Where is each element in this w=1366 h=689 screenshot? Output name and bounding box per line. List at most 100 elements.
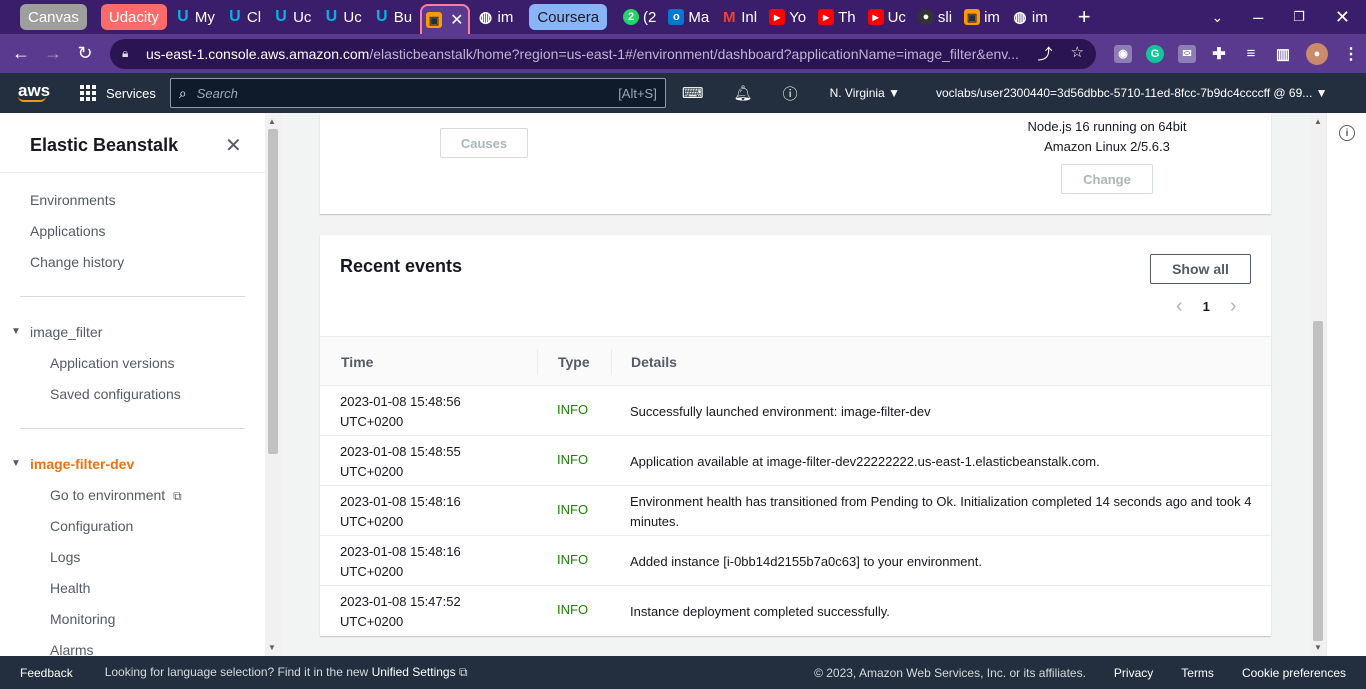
reload-icon[interactable]: ↻ bbox=[74, 43, 96, 65]
column-divider bbox=[537, 349, 538, 375]
tab-search-icon[interactable]: ⌄ bbox=[1212, 9, 1224, 26]
feedback-link[interactable]: Feedback bbox=[20, 666, 73, 680]
sidebar-scrollbar[interactable]: ▲ ▼ bbox=[265, 113, 281, 656]
privacy-link[interactable]: Privacy bbox=[1114, 666, 1153, 680]
sidebar-item-go-to-environment[interactable]: Go to environment ⧉ bbox=[50, 487, 182, 504]
caret-down-icon[interactable]: ▼ bbox=[11, 326, 21, 337]
new-tab-icon[interactable]: + bbox=[1074, 4, 1095, 30]
current-page[interactable]: 1 bbox=[1203, 299, 1210, 314]
menu-kebab-icon[interactable]: ⋮ bbox=[1342, 45, 1360, 63]
sidebar-item-monitoring[interactable]: Monitoring bbox=[50, 611, 115, 627]
sidebar-item-alarms[interactable]: Alarms bbox=[50, 642, 94, 656]
sidebar-item-saved-configurations[interactable]: Saved configurations bbox=[50, 386, 181, 402]
extensions-puzzle-icon[interactable]: ✚ bbox=[1210, 45, 1228, 63]
lock-icon[interactable]: 🔒︎ bbox=[122, 46, 136, 61]
minimize-icon[interactable]: – bbox=[1253, 7, 1263, 28]
aws-logo[interactable]: aws bbox=[18, 82, 50, 102]
notifications-bell-icon[interactable]: 🔔︎ bbox=[734, 84, 753, 102]
help-icon[interactable]: ⓘ bbox=[783, 83, 798, 104]
language-notice-text: Looking for language selection? Find it … bbox=[104, 665, 369, 679]
next-page-icon[interactable]: › bbox=[1230, 295, 1237, 318]
browser-tab[interactable]: ◍ im bbox=[474, 4, 518, 30]
sidebar-app-name[interactable]: image_filter bbox=[30, 324, 102, 340]
browser-tab[interactable]: U My bbox=[171, 4, 219, 30]
causes-button[interactable]: Causes bbox=[440, 128, 528, 158]
platform-line: Amazon Linux 2/5.6.3 bbox=[1044, 139, 1170, 154]
profile-avatar[interactable]: ● bbox=[1306, 42, 1328, 65]
tab-group-coursera[interactable]: Coursera bbox=[529, 4, 608, 30]
account-menu[interactable]: voclabs/user2300440=3d56dbbc-5710-11ed-8… bbox=[936, 86, 1328, 100]
browser-tab[interactable]: ▶ Uc bbox=[864, 4, 910, 30]
browser-tab[interactable]: U Uc bbox=[319, 4, 365, 30]
event-date: 2023-01-08 15:47:52 bbox=[340, 594, 461, 609]
browser-tab[interactable]: ◍ im bbox=[1008, 4, 1052, 30]
forward-icon[interactable]: → bbox=[42, 43, 64, 65]
aws-search-input[interactable]: ⌕ Search [Alt+S] bbox=[169, 78, 666, 108]
browser-toolbar: ← → ↻ 🔒︎ us-east-1.console.aws.amazon.co… bbox=[0, 34, 1366, 73]
url-path: /elasticbeanstalk/home?region=us-east-1#… bbox=[369, 45, 1019, 62]
scroll-up-icon[interactable]: ▲ bbox=[268, 117, 276, 126]
scroll-up-icon[interactable]: ▲ bbox=[1314, 117, 1322, 126]
show-all-button[interactable]: Show all bbox=[1150, 254, 1251, 284]
url-host: us-east-1.console.aws.amazon.com bbox=[146, 45, 370, 62]
main-scrollbar[interactable]: ▲ ▼ bbox=[1310, 113, 1326, 656]
info-icon[interactable]: i bbox=[1339, 125, 1355, 141]
event-details: Environment health has transitioned from… bbox=[630, 494, 1252, 529]
column-header-details[interactable]: Details bbox=[631, 354, 677, 370]
tab-group-canvas[interactable]: Canvas bbox=[20, 4, 87, 30]
close-window-icon[interactable]: ✕ bbox=[1335, 7, 1350, 28]
tab-group-udacity[interactable]: Udacity bbox=[100, 4, 167, 30]
sidebar-item-logs[interactable]: Logs bbox=[50, 549, 80, 565]
scrollbar-thumb[interactable] bbox=[1313, 321, 1323, 641]
share-icon[interactable]: ⤴ bbox=[1038, 43, 1053, 64]
browser-tab[interactable]: U Cl bbox=[223, 4, 265, 30]
browser-tab[interactable]: o Ma bbox=[664, 4, 713, 30]
terms-link[interactable]: Terms bbox=[1181, 666, 1214, 680]
sidebar-item-change-history[interactable]: Change history bbox=[30, 254, 124, 270]
browser-tab[interactable]: ▶ Yo bbox=[765, 4, 810, 30]
caret-down-icon[interactable]: ▼ bbox=[11, 458, 21, 469]
cookie-preferences-link[interactable]: Cookie preferences bbox=[1242, 666, 1346, 680]
scroll-down-icon[interactable]: ▼ bbox=[268, 643, 276, 652]
browser-tab[interactable]: ▶ Th bbox=[814, 4, 860, 30]
bookmark-star-icon[interactable]: ☆ bbox=[1071, 43, 1084, 64]
address-bar[interactable]: 🔒︎ us-east-1.console.aws.amazon.com /ela… bbox=[110, 38, 1096, 69]
browser-tab[interactable]: ● sli bbox=[914, 4, 956, 30]
sidebar-item-application-versions[interactable]: Application versions bbox=[50, 355, 175, 371]
media-control-icon[interactable]: ≡ bbox=[1242, 45, 1260, 63]
sidebar-item-label: Go to environment bbox=[50, 487, 166, 503]
close-tab-icon[interactable]: ✕ bbox=[450, 10, 463, 30]
column-header-time[interactable]: Time bbox=[341, 354, 373, 370]
tab-label: Ma bbox=[688, 8, 710, 26]
sidebar-env-name[interactable]: image-filter-dev bbox=[30, 456, 134, 472]
browser-tab-active[interactable]: ▣ ✕ bbox=[420, 4, 470, 34]
sidebar-item-configuration[interactable]: Configuration bbox=[50, 518, 133, 534]
event-date: 2023-01-08 15:48:16 bbox=[340, 494, 461, 509]
change-platform-button[interactable]: Change bbox=[1061, 164, 1153, 194]
scrollbar-thumb[interactable] bbox=[268, 129, 278, 454]
sidebar-item-environments[interactable]: Environments bbox=[30, 192, 116, 208]
browser-tab[interactable]: M Inl bbox=[717, 4, 761, 30]
browser-tab[interactable]: ▣ im bbox=[960, 4, 1004, 30]
column-header-type[interactable]: Type bbox=[558, 354, 590, 370]
close-sidebar-icon[interactable]: ✕ bbox=[225, 133, 242, 158]
browser-tab[interactable]: U Bu bbox=[370, 4, 416, 30]
browser-tab[interactable]: 2 (2 bbox=[619, 4, 660, 30]
scroll-down-icon[interactable]: ▼ bbox=[1314, 643, 1322, 652]
event-details: Added instance [i-0bb14d2155b7a0c63] to … bbox=[630, 554, 982, 569]
unified-settings-link[interactable]: Unified Settings bbox=[372, 665, 456, 679]
sidebar-item-health[interactable]: Health bbox=[50, 580, 90, 596]
cloudshell-icon[interactable]: ⌨ bbox=[682, 84, 704, 102]
sidebar-item-applications[interactable]: Applications bbox=[30, 223, 106, 239]
back-icon[interactable]: ← bbox=[10, 43, 32, 65]
previous-page-icon[interactable]: ‹ bbox=[1176, 295, 1183, 318]
grammarly-icon[interactable]: G bbox=[1146, 44, 1164, 63]
region-selector[interactable]: N. Virginia ▼ bbox=[830, 86, 900, 100]
side-panel-icon[interactable]: ▥ bbox=[1274, 45, 1292, 63]
maximize-icon[interactable]: ❐ bbox=[1293, 9, 1305, 25]
mail-extension-icon[interactable]: ✉ bbox=[1178, 44, 1196, 63]
recent-events-card: Recent events Show all ‹ 1 › Time Type D… bbox=[320, 235, 1271, 636]
services-menu[interactable]: Services bbox=[80, 85, 156, 101]
browser-tab[interactable]: U Uc bbox=[269, 4, 315, 30]
camera-extension-icon[interactable]: ◉ bbox=[1114, 44, 1132, 63]
